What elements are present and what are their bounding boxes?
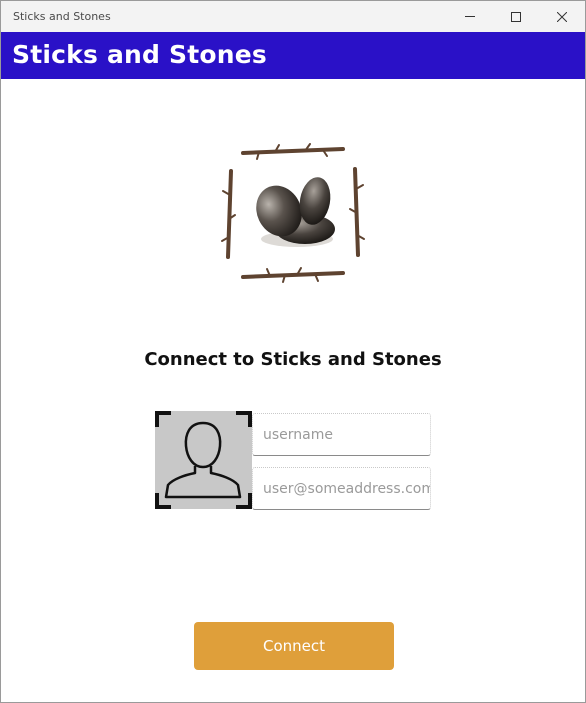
title-bar[interactable]: Sticks and Stones [1,1,585,32]
close-button[interactable] [539,1,585,32]
username-input[interactable] [253,414,430,455]
minimize-button[interactable] [447,1,493,32]
user-silhouette-icon [155,411,252,509]
connect-button[interactable]: Connect [194,622,394,670]
window-title: Sticks and Stones [13,10,111,23]
avatar [155,411,252,509]
app-title: Sticks and Stones [12,40,267,69]
username-field[interactable] [252,413,431,456]
app-window: Sticks and Stones Sticks and Stones Conn… [0,0,586,703]
app-header: Sticks and Stones [1,32,585,79]
minimize-icon [465,16,475,17]
connect-heading: Connect to Sticks and Stones [144,349,442,370]
email-input[interactable] [253,468,430,509]
sticks-and-stones-logo [221,143,365,283]
maximize-button[interactable] [493,1,539,32]
close-icon [557,11,567,22]
maximize-icon [511,11,521,22]
email-field[interactable] [252,467,431,510]
